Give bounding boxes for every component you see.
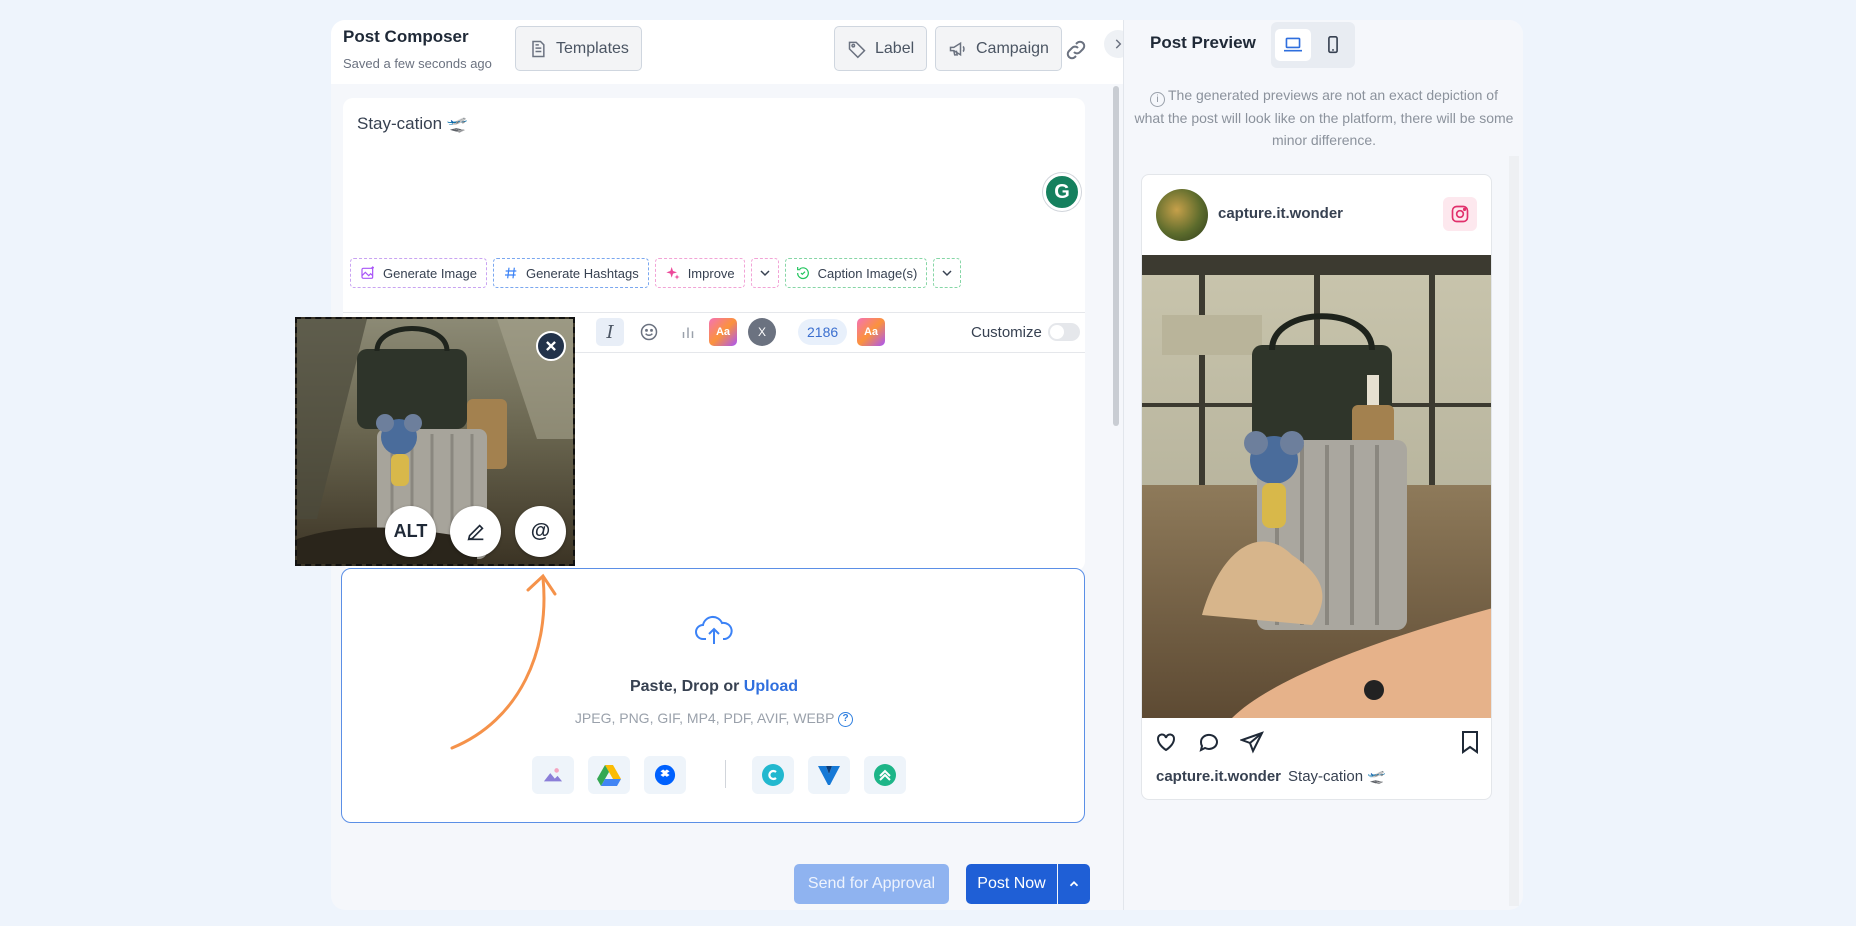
- instagram-post-card: capture.it.wonder capture.it.wonder Stay…: [1141, 174, 1492, 800]
- preview-notice-text: The generated previews are not an exact …: [1134, 87, 1514, 148]
- upload-prompt-text: Paste, Drop or: [629, 678, 744, 695]
- caption-text: Stay-cation 🛫: [1288, 768, 1386, 785]
- device-switch: [1271, 22, 1355, 68]
- pencil-icon: [467, 523, 484, 540]
- label-label: Label: [875, 39, 915, 57]
- campaign-button[interactable]: Campaign: [935, 26, 1062, 71]
- mention-button[interactable]: @: [515, 506, 566, 557]
- campaign-label: Campaign: [976, 39, 1049, 57]
- composer-header: Post Composer Saved a few seconds ago Te…: [331, 20, 1123, 84]
- mobile-view-button[interactable]: [1315, 29, 1351, 61]
- generate-image-button[interactable]: Generate Image: [350, 258, 487, 288]
- send-for-approval-button[interactable]: Send for Approval: [794, 864, 949, 904]
- templates-label: Templates: [556, 39, 629, 57]
- upload-formats-text: JPEG, PNG, GIF, MP4, PDF, AVIF, WEBP: [574, 710, 835, 726]
- post-actions: [1142, 728, 1491, 758]
- character-count: 2186: [798, 319, 848, 345]
- heart-icon[interactable]: [1154, 730, 1178, 754]
- media-thumbnail[interactable]: ALT @: [295, 317, 575, 566]
- upload-link[interactable]: Upload: [744, 678, 798, 695]
- generate-hashtags-label: Generate Hashtags: [525, 265, 639, 281]
- info-icon: i: [1150, 92, 1165, 107]
- postnitro-icon[interactable]: [864, 756, 906, 794]
- caption-images-button[interactable]: Caption Image(s): [784, 258, 928, 288]
- label-button[interactable]: Label: [834, 26, 928, 71]
- saved-status: Saved a few seconds ago: [343, 56, 492, 71]
- avatar: [1156, 189, 1208, 241]
- dropbox-icon[interactable]: [644, 756, 686, 794]
- share-icon[interactable]: [1240, 730, 1264, 754]
- generate-hashtags-button[interactable]: Generate Hashtags: [492, 258, 649, 288]
- improve-options-button[interactable]: [750, 258, 779, 288]
- laptop-icon: [1284, 37, 1302, 52]
- preview-header: Post Preview: [1124, 20, 1523, 72]
- hashtag-icon: [504, 267, 517, 279]
- document-icon: [532, 40, 545, 57]
- chevron-down-icon: [760, 270, 770, 277]
- italic-icon[interactable]: I: [596, 318, 624, 346]
- caption-account-name: capture.it.wonder: [1156, 768, 1282, 785]
- collapse-preview-button[interactable]: [1104, 30, 1123, 58]
- ai-actions-row: Generate Image Generate Hashtags Improve…: [350, 258, 962, 288]
- media-library-icon[interactable]: [532, 756, 574, 794]
- post-caption: capture.it.wonder Stay-cation 🛫: [1156, 767, 1386, 785]
- font-style-icon-2[interactable]: Aa: [857, 318, 885, 346]
- caption-image-icon: [796, 267, 809, 280]
- preview-scrollbar[interactable]: [1509, 156, 1519, 906]
- caption-images-label: Caption Image(s): [817, 265, 918, 281]
- close-icon: [546, 341, 556, 351]
- post-options-button[interactable]: [1058, 864, 1090, 904]
- chart-icon[interactable]: [674, 318, 702, 346]
- desktop-view-button[interactable]: [1275, 29, 1311, 61]
- chevron-right-icon: [1115, 39, 1122, 49]
- generate-image-label: Generate Image: [383, 265, 477, 281]
- grammarly-icon[interactable]: G: [1043, 173, 1081, 211]
- google-drive-icon[interactable]: [588, 756, 630, 794]
- post-image: [1142, 255, 1491, 718]
- image-sparkle-icon: [361, 266, 374, 279]
- font-style-icon[interactable]: Aa: [709, 318, 737, 346]
- customize-toggle[interactable]: [1048, 323, 1080, 341]
- emoji-icon[interactable]: [635, 318, 663, 346]
- alt-text-button[interactable]: ALT: [385, 506, 436, 557]
- bookmark-icon[interactable]: [1460, 730, 1480, 754]
- preview-notice: i The generated previews are not an exact…: [1134, 84, 1514, 151]
- comment-icon[interactable]: [1197, 730, 1221, 754]
- composer-scrollbar-thumb[interactable]: [1113, 86, 1119, 426]
- customize-label: Customize: [971, 324, 1042, 341]
- chevron-down-icon: [942, 270, 952, 277]
- preview-title: Post Preview: [1150, 33, 1256, 52]
- instagram-icon: [1443, 197, 1477, 231]
- sources-divider: [725, 760, 726, 788]
- post-text-input[interactable]: Stay-cation 🛫: [357, 114, 468, 134]
- cloud-upload-icon: [695, 615, 733, 644]
- chevron-up-icon: [1069, 881, 1079, 887]
- sparkles-icon: [666, 267, 680, 280]
- composer-footer: Send for Approval Post Now: [331, 842, 1123, 910]
- composer-title: Post Composer: [343, 27, 469, 46]
- canva-icon[interactable]: [752, 756, 794, 794]
- post-now-button[interactable]: Post Now: [966, 864, 1057, 904]
- templates-button[interactable]: Templates: [515, 26, 642, 71]
- link-icon[interactable]: [1064, 38, 1088, 62]
- edit-media-button[interactable]: [450, 506, 501, 557]
- remove-media-button[interactable]: [536, 331, 566, 361]
- annotation-arrow: [450, 573, 557, 750]
- improve-button[interactable]: Improve: [654, 258, 745, 288]
- x-verified-icon[interactable]: X: [748, 318, 776, 346]
- caption-options-button[interactable]: [933, 258, 962, 288]
- phone-icon: [1328, 36, 1338, 54]
- account-name: capture.it.wonder: [1218, 205, 1344, 222]
- megaphone-icon: [949, 41, 965, 56]
- post-preview-panel: Post Preview i The generated previews are…: [1123, 20, 1523, 910]
- vistacreate-icon[interactable]: [808, 756, 850, 794]
- improve-label: Improve: [687, 265, 735, 281]
- tag-icon: [848, 41, 866, 58]
- help-icon[interactable]: ?: [838, 711, 854, 727]
